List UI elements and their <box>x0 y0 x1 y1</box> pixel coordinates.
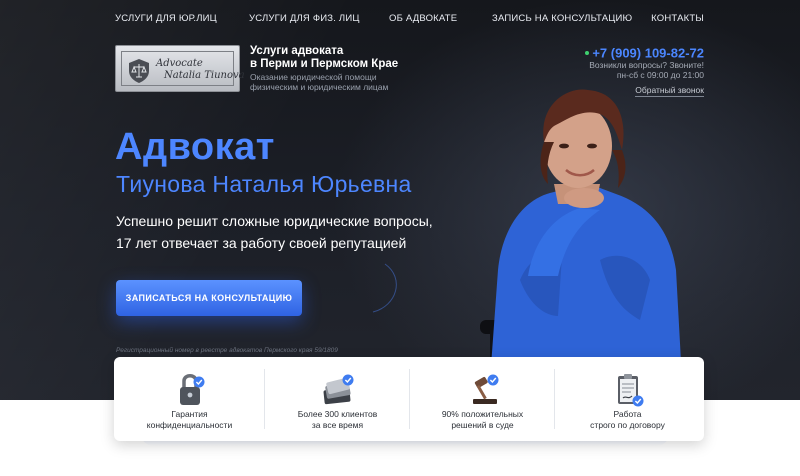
feature-line-2: строго по договору <box>590 419 665 430</box>
feature-clients: Более 300 клиентов за все время <box>265 357 410 441</box>
contract-icon <box>617 374 643 407</box>
feature-line-2: за все время <box>311 419 364 430</box>
advocate-name: Тиунова Наталья Юрьевна <box>116 171 412 197</box>
brand-sub-line-1: Оказание юридической помощи <box>250 72 377 82</box>
feature-confidentiality: Гарантия конфиденциальности <box>117 357 262 441</box>
registration-note: Регистрационный номер в реестре адвокато… <box>116 347 338 354</box>
hero-section: УСЛУГИ ДЛЯ ЮР.ЛИЦ УСЛУГИ ДЛЯ ФИЗ. ЛИЦ ОБ… <box>0 0 800 400</box>
main-nav: УСЛУГИ ДЛЯ ЮР.ЛИЦ УСЛУГИ ДЛЯ ФИЗ. ЛИЦ ОБ… <box>115 13 704 29</box>
feature-confidentiality-text: Гарантия конфиденциальности <box>117 409 262 430</box>
brand-title-line-1: Услуги адвоката <box>250 45 344 57</box>
consultation-button[interactable]: ЗАПИСАТЬСЯ НА КОНСУЛЬТАЦИЮ <box>116 280 302 316</box>
nav-about[interactable]: ОБ АДВОКАТЕ <box>389 13 457 24</box>
brand-subtitle: Оказание юридической помощи физическим и… <box>250 72 420 92</box>
advocate-portrait <box>480 89 682 380</box>
nav-contacts[interactable]: КОНТАКТЫ <box>651 13 704 24</box>
nav-services-individuals[interactable]: УСЛУГИ ДЛЯ ФИЗ. ЛИЦ <box>249 13 360 24</box>
feature-contract: Работа строго по договору <box>555 357 700 441</box>
brand-sub-line-2: физическим и юридическим лицам <box>250 82 389 92</box>
features-panel: Гарантия конфиденциальности Более 300 кл… <box>114 357 704 441</box>
working-hours: пн-сб с 09:00 до 21:00 <box>616 70 704 80</box>
nav-consultation[interactable]: ЗАПИСЬ НА КОНСУЛЬТАЦИЮ <box>492 13 632 24</box>
brand-title-line-2: в Перми и Пермском Крае <box>250 58 399 70</box>
nav-services-legal[interactable]: УСЛУГИ ДЛЯ ЮР.ЛИЦ <box>115 13 217 24</box>
feature-line-1: Работа <box>613 409 642 419</box>
feature-contract-text: Работа строго по договору <box>555 409 700 430</box>
gavel-icon <box>472 374 498 404</box>
feature-clients-text: Более 300 клиентов за все время <box>265 409 410 430</box>
feature-line-2: решений в суде <box>451 419 514 430</box>
logo[interactable]: Advocate Natalia Tiunova <box>115 45 245 92</box>
hero-description: Успешно решит сложные юридические вопрос… <box>116 210 433 254</box>
page-title: Адвокат <box>115 126 275 168</box>
logo-frame: Advocate Natalia Tiunova <box>121 51 245 86</box>
shield-scales-icon <box>129 59 149 83</box>
hero-desc-line-2: 17 лет отвечает за работу своей репутаци… <box>116 235 407 251</box>
logo-wordmark: Advocate Natalia Tiunova <box>156 58 245 82</box>
feature-line-1: 90% положительных <box>441 409 524 419</box>
contact-question: Возникли вопросы? Звоните! <box>589 60 704 70</box>
feature-line-1: Более 300 клиентов <box>297 409 378 419</box>
padlock-icon <box>179 374 204 405</box>
phone-link[interactable]: +7 (909) 109-82-72 <box>592 45 704 60</box>
feature-court-decisions-text: 90% положительных решений в суде <box>410 409 555 430</box>
feature-line-1: Гарантия <box>171 409 208 419</box>
hero-desc-line-1: Успешно решит сложные юридические вопрос… <box>116 213 433 229</box>
logo-line-1: Advocate <box>156 58 203 69</box>
feature-court-decisions: 90% положительных решений в суде <box>410 357 555 441</box>
decorative-arc <box>372 263 397 313</box>
feature-line-2: конфиденциальности <box>146 419 233 430</box>
logo-line-2: Natalia Tiunova <box>164 70 245 81</box>
brand-title: Услуги адвоката в Перми и Пермском Крае <box>250 45 420 71</box>
folders-icon <box>323 374 353 405</box>
online-dot-icon <box>585 50 590 55</box>
